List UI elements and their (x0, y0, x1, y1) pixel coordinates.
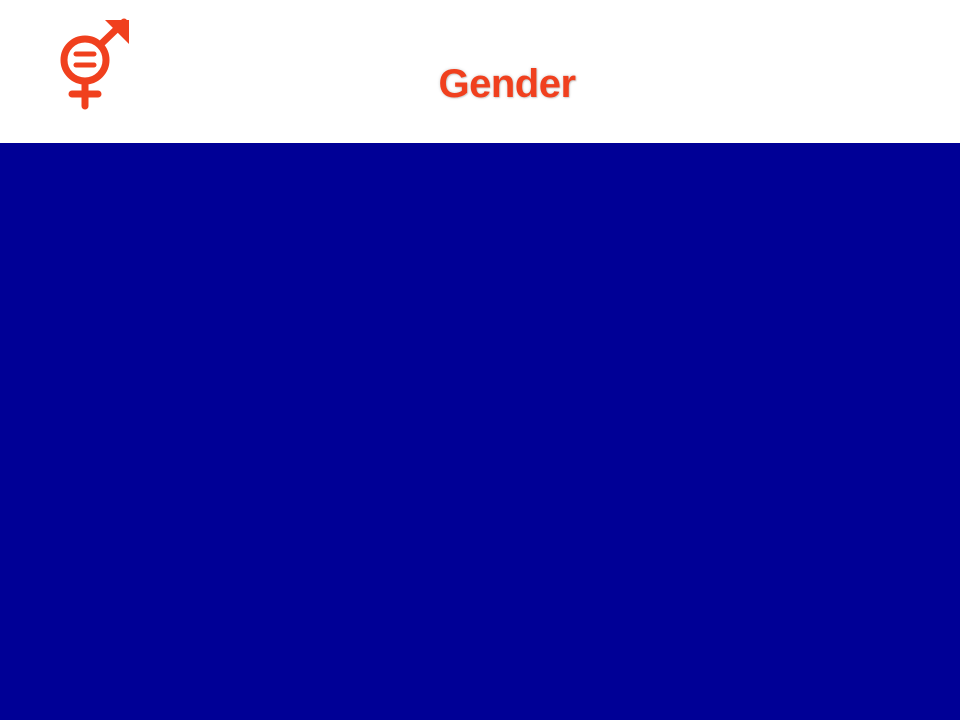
slide-header: Gender (0, 0, 960, 143)
slide: Gender (0, 0, 960, 720)
content-area (0, 143, 960, 720)
slide-title: Gender (438, 62, 576, 106)
